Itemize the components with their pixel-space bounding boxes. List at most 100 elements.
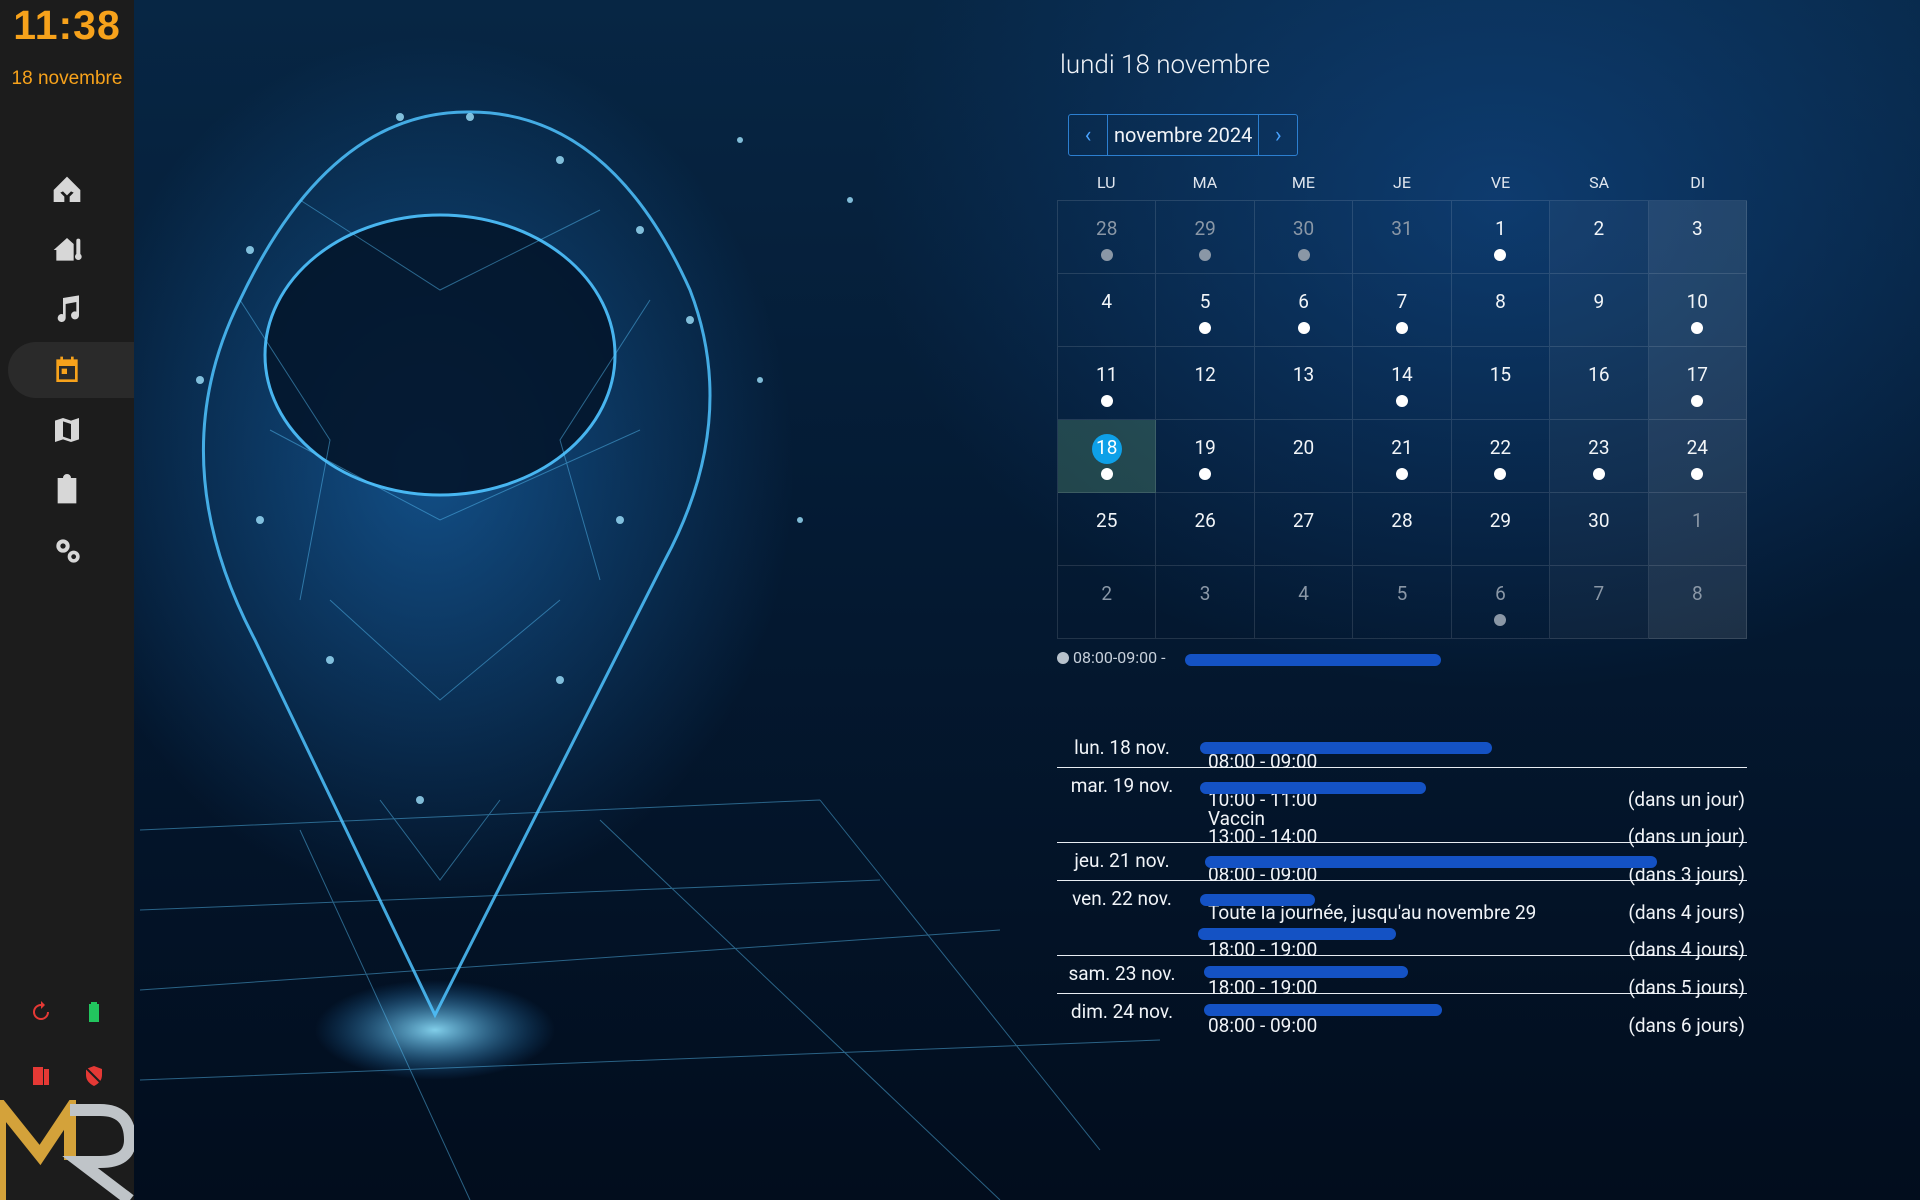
calendar-day-today[interactable]: 18 bbox=[1058, 420, 1157, 493]
calendar-day[interactable]: 28 bbox=[1353, 493, 1452, 566]
redacted-text bbox=[1198, 928, 1396, 940]
calendar-day-number: 29 bbox=[1194, 217, 1216, 240]
calendar-day[interactable]: 4 bbox=[1254, 566, 1354, 639]
calendar-day[interactable]: 22 bbox=[1451, 420, 1551, 493]
calendar-day[interactable]: 24 bbox=[1648, 420, 1747, 493]
calendar-day[interactable]: 4 bbox=[1058, 274, 1157, 347]
event-indicator-dot bbox=[1494, 468, 1507, 480]
calendar-day[interactable]: 31 bbox=[1353, 201, 1452, 274]
event-indicator-dot bbox=[1100, 395, 1113, 407]
calendar-day-number: 17 bbox=[1686, 363, 1708, 386]
chevron-right-icon: › bbox=[1275, 122, 1282, 148]
event-indicator-dot bbox=[1297, 322, 1310, 334]
weekday-label: VE bbox=[1490, 173, 1511, 192]
calendar-day[interactable]: 7 bbox=[1353, 274, 1452, 347]
calendar-day-number: 1 bbox=[1691, 509, 1703, 532]
sidebar-item-music[interactable] bbox=[0, 280, 134, 340]
calendar-day-number: 4 bbox=[1298, 582, 1309, 605]
weekday-label: LU bbox=[1096, 173, 1116, 192]
battery-icon bbox=[88, 1002, 99, 1022]
event-indicator-dot bbox=[1691, 322, 1704, 334]
agenda-date-label: lun. 18 nov. bbox=[1074, 736, 1170, 759]
calendar-day[interactable]: 29 bbox=[1451, 493, 1551, 566]
calendar-day[interactable]: 19 bbox=[1156, 420, 1255, 493]
calendar-day[interactable]: 20 bbox=[1254, 420, 1354, 493]
calendar-day-number: 29 bbox=[1489, 509, 1512, 532]
calendar-day[interactable]: 3 bbox=[1648, 201, 1747, 274]
door-open-icon bbox=[32, 1067, 49, 1085]
calendar-day[interactable]: 14 bbox=[1353, 347, 1452, 420]
calendar-day-number: 15 bbox=[1489, 363, 1512, 386]
event-indicator-dot bbox=[1494, 249, 1507, 261]
calendar-day-number: 2 bbox=[1101, 582, 1113, 605]
calendar-day[interactable]: 30 bbox=[1550, 493, 1649, 566]
calendar-day[interactable]: 8 bbox=[1648, 566, 1747, 639]
agenda-event[interactable]: Vaccin 13:00 - 14:00 (dans un jour) bbox=[1208, 805, 1747, 848]
sidebar-item-settings[interactable] bbox=[0, 520, 134, 580]
calendar-day[interactable]: 6 bbox=[1451, 566, 1551, 639]
brand-logo bbox=[0, 1100, 134, 1200]
calendar-day[interactable]: 8 bbox=[1451, 274, 1551, 347]
calendar-day[interactable]: 10 bbox=[1648, 274, 1747, 347]
calendar-day[interactable]: 27 bbox=[1254, 493, 1354, 566]
calendar-day[interactable]: 29 bbox=[1156, 201, 1255, 274]
calendar-day[interactable]: 23 bbox=[1550, 420, 1649, 493]
calendar-day[interactable]: 5 bbox=[1156, 274, 1255, 347]
selected-day-event[interactable]: 08:00-09:00 - bbox=[1057, 648, 1166, 667]
calendar-day[interactable]: 12 bbox=[1156, 347, 1255, 420]
sidebar-item-climate[interactable] bbox=[0, 220, 134, 280]
calendar-day[interactable]: 2 bbox=[1550, 201, 1649, 274]
agenda-date-label: jeu. 21 nov. bbox=[1074, 849, 1170, 872]
event-indicator-dot bbox=[1199, 468, 1212, 480]
event-bullet-icon bbox=[1057, 651, 1069, 664]
agenda-date-label: mar. 19 nov. bbox=[1070, 774, 1174, 797]
sidebar-item-calendar[interactable] bbox=[0, 340, 134, 400]
next-month-button[interactable]: › bbox=[1258, 115, 1297, 155]
calendar-day-number: 27 bbox=[1292, 509, 1315, 532]
event-indicator-dot bbox=[1395, 322, 1408, 334]
calendar-day[interactable]: 7 bbox=[1550, 566, 1649, 639]
calendar-day[interactable]: 1 bbox=[1451, 201, 1551, 274]
calendar-day[interactable]: 25 bbox=[1058, 493, 1157, 566]
calendar-day[interactable]: 6 bbox=[1254, 274, 1354, 347]
month-navigator: ‹ novembre 2024 › bbox=[1068, 114, 1299, 156]
sidebar-item-home[interactable] bbox=[0, 160, 134, 220]
calendar-day[interactable]: 5 bbox=[1353, 566, 1452, 639]
calendar-day-number: 23 bbox=[1588, 436, 1610, 459]
calendar-day[interactable]: 17 bbox=[1648, 347, 1747, 420]
calendar-day[interactable]: 28 bbox=[1058, 201, 1157, 274]
redacted-text bbox=[1204, 966, 1408, 978]
calendar-day[interactable]: 16 bbox=[1550, 347, 1649, 420]
sidebar-item-todo[interactable] bbox=[0, 460, 134, 520]
calendar-day-number: 2 bbox=[1593, 217, 1605, 240]
calendar-day-number: 8 bbox=[1495, 290, 1506, 313]
calendar-day[interactable]: 13 bbox=[1254, 347, 1354, 420]
agenda-date-label: sam. 23 nov. bbox=[1068, 962, 1176, 985]
redacted-text bbox=[1200, 742, 1492, 754]
music-icon bbox=[57, 295, 80, 323]
calendar-day[interactable]: 21 bbox=[1353, 420, 1452, 493]
calendar-selected-date-title: lundi 18 novembre bbox=[1060, 50, 1271, 80]
event-indicator-dot bbox=[1297, 249, 1310, 261]
prev-month-button[interactable]: ‹ bbox=[1069, 115, 1108, 155]
calendar-icon bbox=[56, 356, 78, 382]
redacted-text bbox=[1205, 856, 1657, 868]
restart-icon[interactable] bbox=[29, 1000, 53, 1024]
calendar-day[interactable]: 9 bbox=[1550, 274, 1649, 347]
weekday-label: MA bbox=[1192, 173, 1218, 192]
calendar-day[interactable]: 26 bbox=[1156, 493, 1255, 566]
calendar-day-number: 6 bbox=[1495, 582, 1506, 605]
calendar-day-number: 12 bbox=[1194, 363, 1216, 386]
calendar-day[interactable]: 30 bbox=[1254, 201, 1354, 274]
calendar-day-number: 13 bbox=[1292, 363, 1315, 386]
month-label[interactable]: novembre 2024 bbox=[1108, 115, 1258, 155]
calendar-day[interactable]: 11 bbox=[1058, 347, 1157, 420]
calendar-day[interactable]: 2 bbox=[1058, 566, 1157, 639]
sidebar-item-map[interactable] bbox=[0, 400, 134, 460]
sidebar-clock-date: 18 novembre bbox=[11, 68, 123, 89]
calendar-day[interactable]: 15 bbox=[1451, 347, 1551, 420]
agenda-day-row: ven. 22 nov. Toute la journée, jusqu'au n… bbox=[1057, 881, 1747, 961]
weekday-label: JE bbox=[1393, 173, 1411, 192]
calendar-day[interactable]: 1 bbox=[1648, 493, 1747, 566]
calendar-day[interactable]: 3 bbox=[1156, 566, 1255, 639]
